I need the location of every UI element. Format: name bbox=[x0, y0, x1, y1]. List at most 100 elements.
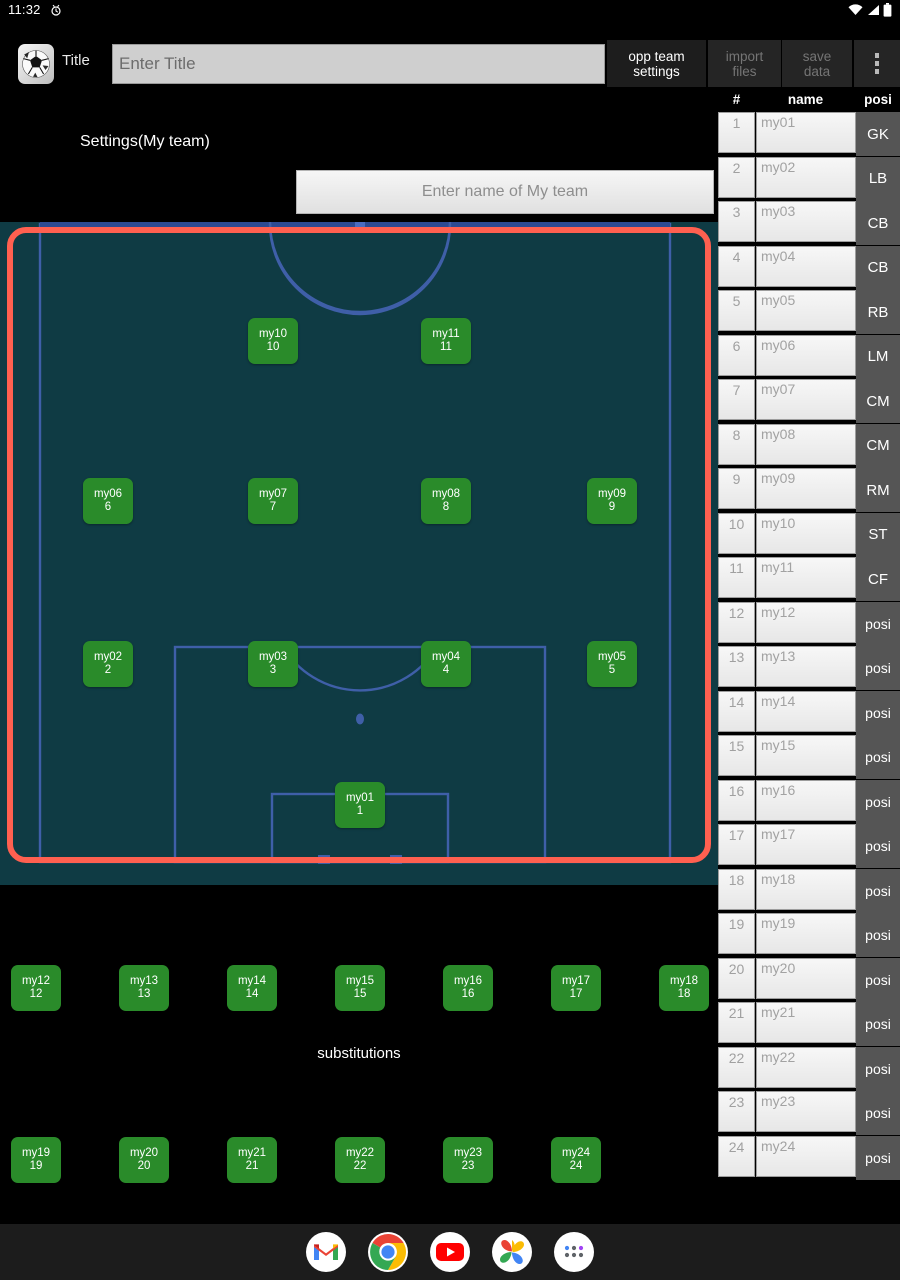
player-chip[interactable]: my15 15 bbox=[335, 965, 385, 1011]
table-row[interactable]: 2 my02 LB bbox=[718, 156, 900, 201]
roster-name-input[interactable]: my11 bbox=[756, 557, 856, 598]
table-row[interactable]: 21 my21 posi bbox=[718, 1002, 900, 1046]
roster-name-input[interactable]: my24 bbox=[756, 1135, 856, 1177]
roster-position-button[interactable]: posi bbox=[856, 646, 900, 690]
player-chip[interactable]: my24 24 bbox=[551, 1137, 601, 1183]
player-chip[interactable]: my03 3 bbox=[248, 641, 298, 687]
player-chip[interactable]: my23 23 bbox=[443, 1137, 493, 1183]
player-chip[interactable]: my13 13 bbox=[119, 965, 169, 1011]
roster-position-button[interactable]: CB bbox=[856, 201, 900, 245]
roster-position-button[interactable]: LB bbox=[856, 156, 900, 201]
roster-name-input[interactable]: my07 bbox=[756, 379, 856, 420]
roster-position-button[interactable]: posi bbox=[856, 779, 900, 824]
player-chip[interactable]: my14 14 bbox=[227, 965, 277, 1011]
roster-name-input[interactable]: my03 bbox=[756, 201, 856, 242]
roster-position-button[interactable]: RB bbox=[856, 290, 900, 334]
save-data-button[interactable]: save data bbox=[782, 40, 852, 87]
roster-name-input[interactable]: my06 bbox=[756, 334, 856, 376]
roster-position-button[interactable]: GK bbox=[856, 112, 900, 156]
more-vertical-icon[interactable] bbox=[854, 40, 900, 87]
roster-name-input[interactable]: my14 bbox=[756, 690, 856, 732]
player-chip[interactable]: my06 6 bbox=[83, 478, 133, 524]
roster-name-input[interactable]: my04 bbox=[756, 245, 856, 287]
roster-position-button[interactable]: posi bbox=[856, 1046, 900, 1091]
roster-name-input[interactable]: my09 bbox=[756, 468, 856, 509]
table-row[interactable]: 4 my04 CB bbox=[718, 245, 900, 290]
gmail-icon[interactable] bbox=[306, 1232, 346, 1272]
table-row[interactable]: 9 my09 RM bbox=[718, 468, 900, 512]
roster-name-input[interactable]: my15 bbox=[756, 735, 856, 776]
roster-position-button[interactable]: ST bbox=[856, 512, 900, 557]
roster-position-button[interactable]: LM bbox=[856, 334, 900, 379]
table-row[interactable]: 14 my14 posi bbox=[718, 690, 900, 735]
table-row[interactable]: 8 my08 CM bbox=[718, 423, 900, 468]
player-chip[interactable]: my16 16 bbox=[443, 965, 493, 1011]
player-chip[interactable]: my05 5 bbox=[587, 641, 637, 687]
roster-name-input[interactable]: my23 bbox=[756, 1091, 856, 1132]
roster-position-button[interactable]: posi bbox=[856, 1002, 900, 1046]
roster-position-button[interactable]: posi bbox=[856, 690, 900, 735]
roster-position-button[interactable]: RM bbox=[856, 468, 900, 512]
table-row[interactable]: 13 my13 posi bbox=[718, 646, 900, 690]
opp-team-settings-button[interactable]: opp team settings bbox=[607, 40, 706, 87]
player-chip[interactable]: my10 10 bbox=[248, 318, 298, 364]
roster-name-input[interactable]: my01 bbox=[756, 112, 856, 153]
roster-position-button[interactable]: posi bbox=[856, 735, 900, 779]
table-row[interactable]: 23 my23 posi bbox=[718, 1091, 900, 1135]
roster-name-input[interactable]: my12 bbox=[756, 601, 856, 643]
roster-position-button[interactable]: posi bbox=[856, 913, 900, 957]
roster-name-input[interactable]: my20 bbox=[756, 957, 856, 999]
roster-position-button[interactable]: posi bbox=[856, 824, 900, 868]
table-row[interactable]: 20 my20 posi bbox=[718, 957, 900, 1002]
roster-name-input[interactable]: my18 bbox=[756, 868, 856, 910]
table-row[interactable]: 22 my22 posi bbox=[718, 1046, 900, 1091]
chrome-icon[interactable] bbox=[368, 1232, 408, 1272]
roster-name-input[interactable]: my16 bbox=[756, 779, 856, 821]
roster-name-input[interactable]: my02 bbox=[756, 156, 856, 198]
table-row[interactable]: 1 my01 GK bbox=[718, 112, 900, 156]
roster-name-input[interactable]: my10 bbox=[756, 512, 856, 554]
team-name-input[interactable]: Enter name of My team bbox=[296, 170, 714, 214]
player-chip[interactable]: my08 8 bbox=[421, 478, 471, 524]
roster-name-input[interactable]: my13 bbox=[756, 646, 856, 687]
roster-position-button[interactable]: posi bbox=[856, 1091, 900, 1135]
table-row[interactable]: 19 my19 posi bbox=[718, 913, 900, 957]
table-row[interactable]: 18 my18 posi bbox=[718, 868, 900, 913]
roster-name-input[interactable]: my08 bbox=[756, 423, 856, 465]
roster-position-button[interactable]: CM bbox=[856, 423, 900, 468]
title-input[interactable]: Enter Title bbox=[112, 44, 605, 84]
roster-name-input[interactable]: my17 bbox=[756, 824, 856, 865]
roster-position-button[interactable]: CB bbox=[856, 245, 900, 290]
table-row[interactable]: 12 my12 posi bbox=[718, 601, 900, 646]
table-row[interactable]: 10 my10 ST bbox=[718, 512, 900, 557]
google-photos-icon[interactable] bbox=[492, 1232, 532, 1272]
roster-position-button[interactable]: posi bbox=[856, 957, 900, 1002]
roster-position-button[interactable]: CM bbox=[856, 379, 900, 423]
player-chip[interactable]: my21 21 bbox=[227, 1137, 277, 1183]
roster-position-button[interactable]: posi bbox=[856, 868, 900, 913]
player-chip[interactable]: my01 1 bbox=[335, 782, 385, 828]
player-chip[interactable]: my07 7 bbox=[248, 478, 298, 524]
table-row[interactable]: 3 my03 CB bbox=[718, 201, 900, 245]
youtube-icon[interactable] bbox=[430, 1232, 470, 1272]
player-chip[interactable]: my17 17 bbox=[551, 965, 601, 1011]
player-chip[interactable]: my19 19 bbox=[11, 1137, 61, 1183]
player-chip[interactable]: my20 20 bbox=[119, 1137, 169, 1183]
player-chip[interactable]: my11 11 bbox=[421, 318, 471, 364]
roster-name-input[interactable]: my21 bbox=[756, 1002, 856, 1043]
roster-position-button[interactable]: CF bbox=[856, 557, 900, 601]
roster-name-input[interactable]: my19 bbox=[756, 913, 856, 954]
table-row[interactable]: 16 my16 posi bbox=[718, 779, 900, 824]
app-drawer-icon[interactable] bbox=[554, 1232, 594, 1272]
table-row[interactable]: 24 my24 posi bbox=[718, 1135, 900, 1180]
roster-name-input[interactable]: my22 bbox=[756, 1046, 856, 1088]
table-row[interactable]: 7 my07 CM bbox=[718, 379, 900, 423]
table-row[interactable]: 17 my17 posi bbox=[718, 824, 900, 868]
player-chip[interactable]: my18 18 bbox=[659, 965, 709, 1011]
player-chip[interactable]: my22 22 bbox=[335, 1137, 385, 1183]
import-files-button[interactable]: import files bbox=[708, 40, 781, 87]
roster-position-button[interactable]: posi bbox=[856, 1135, 900, 1180]
table-row[interactable]: 5 my05 RB bbox=[718, 290, 900, 334]
table-row[interactable]: 11 my11 CF bbox=[718, 557, 900, 601]
player-chip[interactable]: my12 12 bbox=[11, 965, 61, 1011]
